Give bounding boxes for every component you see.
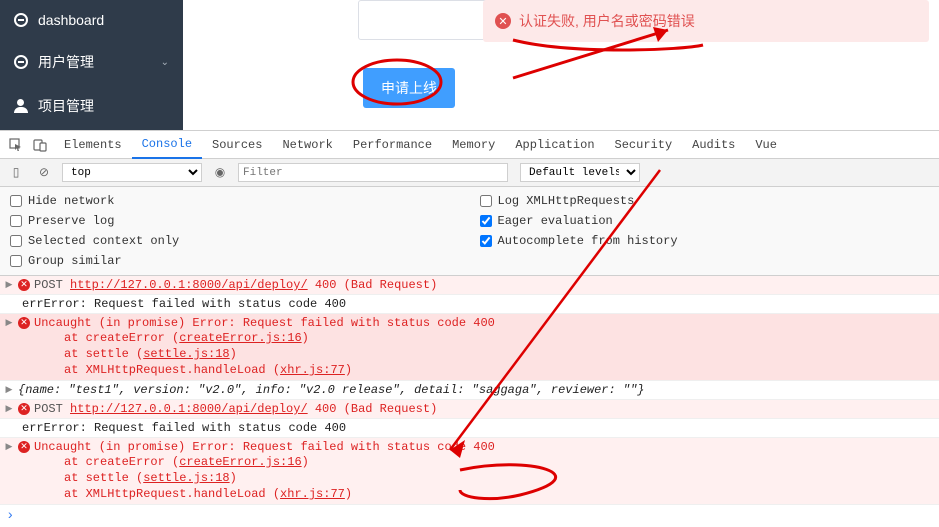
setting-label: Log XMLHttpRequests	[498, 194, 635, 208]
console-row-3[interactable]: ▶{name: "test1", version: "v2.0", info: …	[0, 381, 939, 400]
tab-application[interactable]: Application	[505, 131, 604, 159]
inspect-icon[interactable]	[6, 135, 26, 155]
console-settings: Hide network Preserve log Selected context…	[0, 187, 939, 276]
setting-label: Preserve log	[28, 214, 114, 228]
sidebar-item-label: 项目管理	[38, 96, 94, 116]
devtools-panel: ElementsConsoleSourcesNetworkPerformance…	[0, 130, 939, 527]
tab-performance[interactable]: Performance	[343, 131, 442, 159]
checkbox-icon[interactable]	[10, 195, 22, 207]
setting-label: Group similar	[28, 254, 122, 268]
setting-left-1[interactable]: Preserve log	[10, 211, 460, 231]
setting-right-1[interactable]: Eager evaluation	[480, 211, 930, 231]
tab-vue[interactable]: Vue	[745, 131, 787, 159]
tab-console[interactable]: Console	[132, 131, 202, 159]
main-area: ✕ 认证失败, 用户名或密码错误 申请上线	[183, 0, 939, 130]
console-row-0[interactable]: ▶✕POST http://127.0.0.1:8000/api/deploy/…	[0, 276, 939, 295]
setting-label: Autocomplete from history	[498, 234, 678, 248]
console-row-1[interactable]: errError: Request failed with status cod…	[0, 295, 939, 314]
alert-error: ✕ 认证失败, 用户名或密码错误	[483, 0, 929, 42]
sidebar-toggle-icon[interactable]: ▯	[6, 163, 26, 183]
eye-icon[interactable]: ◉	[210, 163, 230, 183]
console-row-2[interactable]: ▶✕Uncaught (in promise) Error: Request f…	[0, 314, 939, 381]
error-icon: ✕	[495, 13, 511, 29]
sidebar: dashboard 用户管理 ⌄ 项目管理	[0, 0, 183, 130]
circle-icon	[14, 55, 28, 69]
devtools-tabs: ElementsConsoleSourcesNetworkPerformance…	[0, 131, 939, 159]
tab-audits[interactable]: Audits	[682, 131, 745, 159]
clear-console-icon[interactable]: ⊘	[34, 163, 54, 183]
checkbox-icon[interactable]	[10, 215, 22, 227]
setting-left-2[interactable]: Selected context only	[10, 231, 460, 251]
checkbox-icon[interactable]	[480, 235, 492, 247]
setting-label: Hide network	[28, 194, 114, 208]
levels-select[interactable]: Default levels	[520, 163, 640, 182]
circle-icon	[14, 13, 28, 27]
checkbox-icon[interactable]	[480, 195, 492, 207]
setting-label: Selected context only	[28, 234, 179, 248]
setting-right-0[interactable]: Log XMLHttpRequests	[480, 191, 930, 211]
alert-text: 认证失败, 用户名或密码错误	[519, 11, 695, 31]
sidebar-item-label: 用户管理	[38, 52, 94, 72]
filter-input[interactable]	[238, 163, 508, 182]
submit-button[interactable]: 申请上线	[363, 68, 455, 108]
tab-network[interactable]: Network	[272, 131, 342, 159]
tab-security[interactable]: Security	[605, 131, 683, 159]
chevron-down-icon: ⌄	[161, 57, 169, 68]
sidebar-item-label: dashboard	[38, 12, 104, 28]
setting-label: Eager evaluation	[498, 214, 613, 228]
console-toolbar: ▯ ⊘ top ◉ Default levels	[0, 159, 939, 187]
sidebar-item-0[interactable]: dashboard	[0, 0, 183, 40]
console-prompt[interactable]	[0, 505, 939, 527]
tab-sources[interactable]: Sources	[202, 131, 272, 159]
device-toggle-icon[interactable]	[30, 135, 50, 155]
tab-memory[interactable]: Memory	[442, 131, 505, 159]
checkbox-icon[interactable]	[10, 235, 22, 247]
user-icon	[14, 99, 28, 113]
setting-right-2[interactable]: Autocomplete from history	[480, 231, 930, 251]
console-row-4[interactable]: ▶✕POST http://127.0.0.1:8000/api/deploy/…	[0, 400, 939, 419]
context-select[interactable]: top	[62, 163, 202, 182]
checkbox-icon[interactable]	[480, 215, 492, 227]
sidebar-item-1[interactable]: 用户管理 ⌄	[0, 40, 183, 84]
sidebar-item-2[interactable]: 项目管理	[0, 84, 183, 128]
checkbox-icon[interactable]	[10, 255, 22, 267]
setting-left-3[interactable]: Group similar	[10, 251, 460, 271]
console-output: ▶✕POST http://127.0.0.1:8000/api/deploy/…	[0, 276, 939, 505]
setting-left-0[interactable]: Hide network	[10, 191, 460, 211]
console-row-5[interactable]: errError: Request failed with status cod…	[0, 419, 939, 438]
console-row-6[interactable]: ▶✕Uncaught (in promise) Error: Request f…	[0, 438, 939, 505]
tab-elements[interactable]: Elements	[54, 131, 132, 159]
